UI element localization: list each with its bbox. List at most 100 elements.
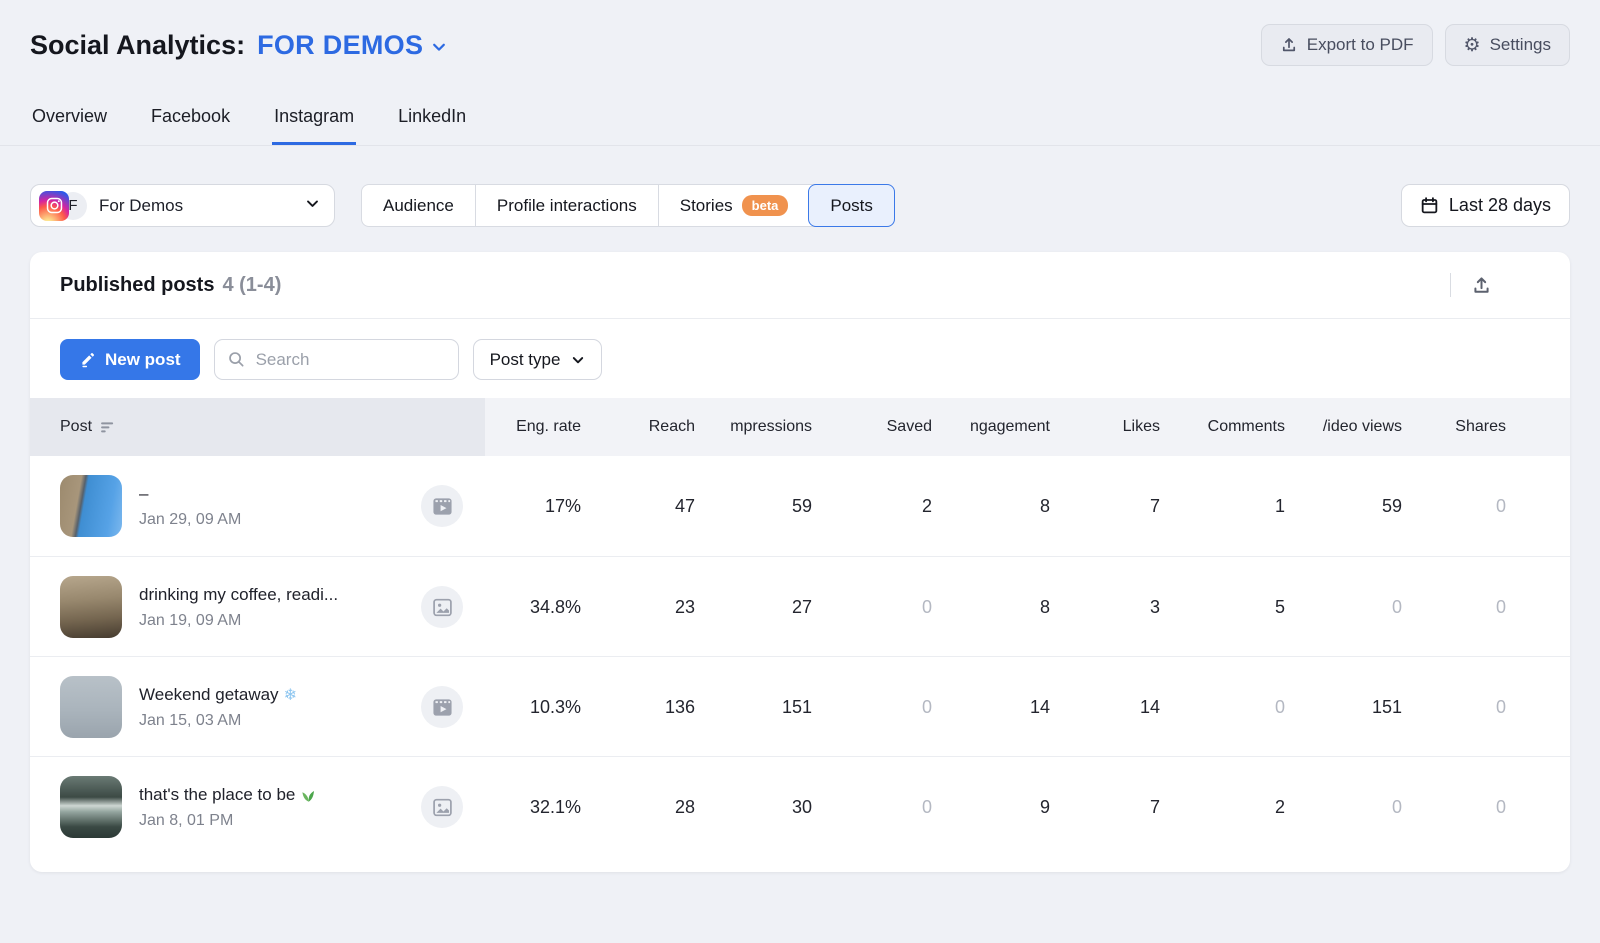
chevron-down-icon xyxy=(431,39,447,55)
new-post-button[interactable]: New post xyxy=(60,339,200,380)
metric-saved: 0 xyxy=(812,797,932,818)
metric-reach: 28 xyxy=(581,797,695,818)
column-label: Shares xyxy=(1455,418,1506,436)
column-header-eng-rate[interactable]: Eng. rate xyxy=(485,398,581,456)
column-label: mpressions xyxy=(730,418,812,436)
post-title-text: drinking my coffee, readi... xyxy=(139,585,338,605)
column-label: Eng. rate xyxy=(516,418,581,436)
segment-label: Profile interactions xyxy=(497,196,637,216)
column-label: ngagement xyxy=(970,418,1050,436)
column-header-reach[interactable]: Reach xyxy=(581,398,695,456)
date-range-button[interactable]: Last 28 days xyxy=(1401,184,1570,227)
tab-instagram[interactable]: Instagram xyxy=(272,96,356,145)
settings-button[interactable]: ⚙ Settings xyxy=(1445,24,1570,66)
post-title-text: Weekend getaway xyxy=(139,685,279,705)
card-header: Published posts 4 (1-4) xyxy=(30,252,1570,319)
project-selector[interactable]: FOR DEMOS xyxy=(257,30,447,61)
post-date: Jan 8, 01 PM xyxy=(139,812,317,830)
metric-comments: 1 xyxy=(1160,496,1285,517)
post-date: Jan 19, 09 AM xyxy=(139,612,338,630)
export-to-pdf-button[interactable]: Export to PDF xyxy=(1261,24,1433,66)
metric-mpressions: 151 xyxy=(695,697,812,718)
card-bottom-padding xyxy=(30,856,1570,872)
table-row: that's the place to be Jan 8, 01 PM 32.1… xyxy=(30,756,1570,856)
metric-shares: 0 xyxy=(1402,496,1506,517)
post-title[interactable]: – xyxy=(139,484,241,504)
metric--ideo-views: 0 xyxy=(1285,597,1402,618)
post-title-text: – xyxy=(139,484,148,504)
export-table-button[interactable] xyxy=(1471,275,1492,296)
metric-eng-rate: 34.8% xyxy=(485,597,581,618)
column-label: Comments xyxy=(1208,418,1285,436)
search-box xyxy=(214,339,459,380)
column-label: /ideo views xyxy=(1323,418,1402,436)
metric-reach: 23 xyxy=(581,597,695,618)
filter-row: F For Demos Audience Profile interactions… xyxy=(0,146,1600,227)
column-header-likes[interactable]: Likes xyxy=(1050,398,1160,456)
post-thumbnail[interactable] xyxy=(60,676,122,738)
chevron-down-icon xyxy=(571,353,585,367)
column-label: Saved xyxy=(887,418,932,436)
column-header-shares[interactable]: Shares xyxy=(1402,398,1506,456)
segment-audience[interactable]: Audience xyxy=(362,185,475,226)
export-icon xyxy=(1471,275,1492,296)
tab-linkedin[interactable]: LinkedIn xyxy=(396,96,468,145)
metric-likes: 3 xyxy=(1050,597,1160,618)
table-toolbar: New post Post type xyxy=(30,319,1570,398)
video-post-type-icon xyxy=(421,485,463,527)
export-to-pdf-label: Export to PDF xyxy=(1307,35,1414,55)
segment-label: Stories xyxy=(680,196,733,216)
column-header-saved[interactable]: Saved xyxy=(812,398,932,456)
account-icons: F xyxy=(39,191,91,221)
segment-stories[interactable]: Storiesbeta xyxy=(658,185,810,226)
herb-emoji xyxy=(300,786,317,803)
column-header-comments[interactable]: Comments xyxy=(1160,398,1285,456)
segmented-control: Audience Profile interactions Storiesbeta P… xyxy=(361,184,895,227)
post-type-dropdown[interactable]: Post type xyxy=(473,339,603,380)
image-photo-icon xyxy=(432,597,453,618)
column-header-mpressions[interactable]: mpressions xyxy=(695,398,812,456)
metric-ngagement: 14 xyxy=(932,697,1050,718)
settings-label: Settings xyxy=(1490,35,1551,55)
divider xyxy=(1450,273,1451,297)
search-icon xyxy=(227,350,245,368)
video-post-type-icon xyxy=(421,686,463,728)
column-header-ngagement[interactable]: ngagement xyxy=(932,398,1050,456)
page-header: Social Analytics: FOR DEMOS Export to PD… xyxy=(0,0,1600,66)
metric-ngagement: 8 xyxy=(932,496,1050,517)
metric-saved: 0 xyxy=(812,697,932,718)
table-row: –Jan 29, 09 AM 17%47592871590 xyxy=(30,456,1570,556)
column-header--ideo-views[interactable]: /ideo views xyxy=(1285,398,1402,456)
post-title-text: that's the place to be xyxy=(139,785,295,805)
tabs-strip: Overview Facebook Instagram LinkedIn xyxy=(0,96,1600,146)
post-title[interactable]: Weekend getaway❄ xyxy=(139,685,297,705)
instagram-icon xyxy=(39,191,69,221)
page-title: Social Analytics: xyxy=(30,30,245,61)
tab-facebook[interactable]: Facebook xyxy=(149,96,232,145)
segment-posts[interactable]: Posts xyxy=(808,184,895,227)
metric-eng-rate: 32.1% xyxy=(485,797,581,818)
post-thumbnail[interactable] xyxy=(60,576,122,638)
post-cell: – Jan 29, 09 AM xyxy=(30,456,485,556)
metric-likes: 7 xyxy=(1050,797,1160,818)
column-header-post[interactable]: Post xyxy=(30,398,485,456)
post-thumbnail[interactable] xyxy=(60,475,122,537)
segment-label: Posts xyxy=(830,196,873,216)
metric-shares: 0 xyxy=(1402,597,1506,618)
project-name: FOR DEMOS xyxy=(257,30,423,61)
metric-ngagement: 9 xyxy=(932,797,1050,818)
post-title[interactable]: drinking my coffee, readi... xyxy=(139,585,338,605)
post-date: Jan 29, 09 AM xyxy=(139,511,241,529)
metric-mpressions: 30 xyxy=(695,797,812,818)
segment-profile-interactions[interactable]: Profile interactions xyxy=(475,185,658,226)
post-title[interactable]: that's the place to be xyxy=(139,785,317,805)
search-input[interactable] xyxy=(214,339,459,380)
tab-overview[interactable]: Overview xyxy=(30,96,109,145)
account-selector[interactable]: F For Demos xyxy=(30,184,335,227)
metric-comments: 5 xyxy=(1160,597,1285,618)
post-thumbnail[interactable] xyxy=(60,776,122,838)
metric-comments: 0 xyxy=(1160,697,1285,718)
published-posts-card: Published posts 4 (1-4) New post xyxy=(30,252,1570,872)
snowflake-emoji: ❄ xyxy=(284,685,297,705)
table-header-row: Post Eng. rateReach mpressions Saved ngagem… xyxy=(30,398,1570,456)
